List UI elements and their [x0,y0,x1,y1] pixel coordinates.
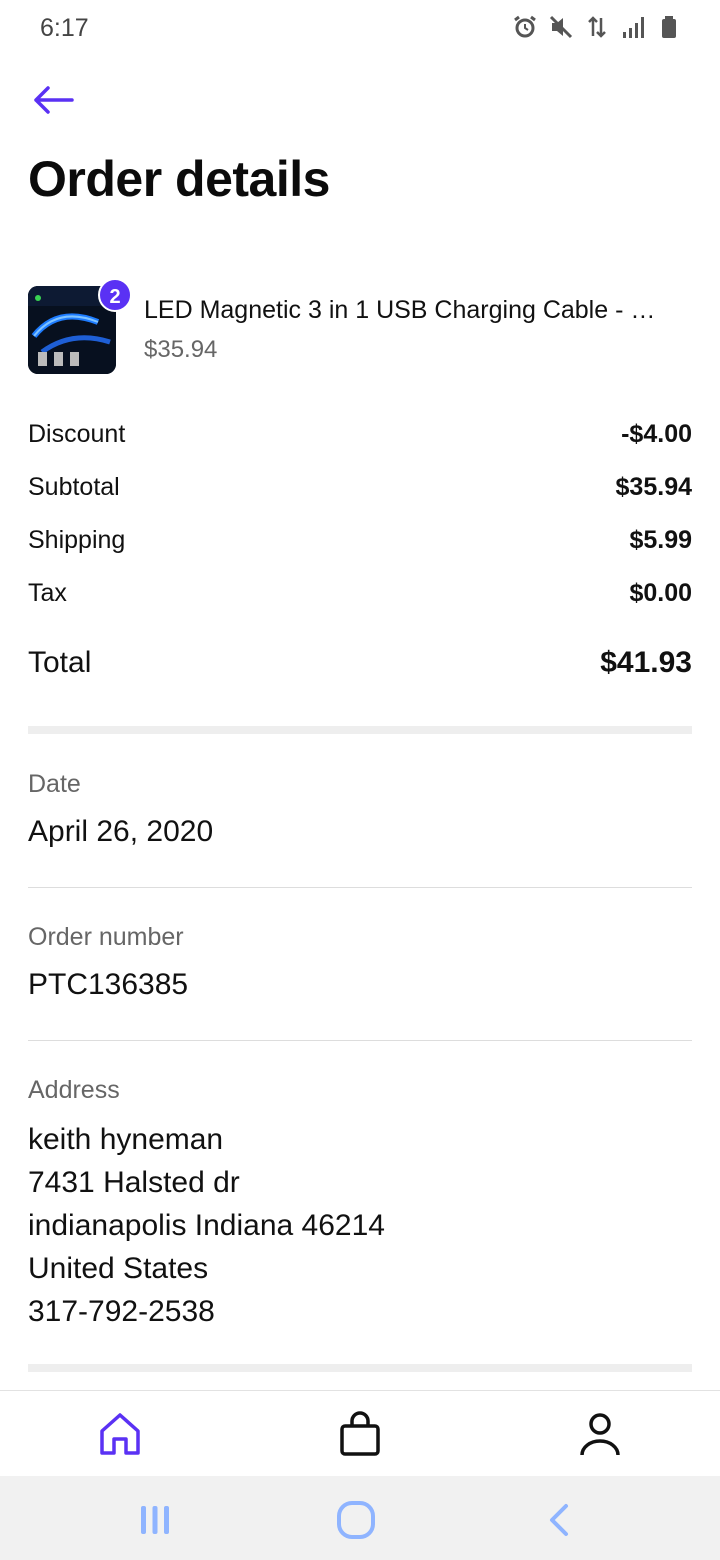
bottom-navigation [0,1390,720,1476]
nav-home[interactable] [95,1409,145,1459]
system-back-button[interactable] [538,1498,582,1542]
address-country: United States [28,1252,209,1285]
shipping-label: Shipping [28,526,126,554]
section-divider [28,1364,692,1372]
date-value: April 26, 2020 [28,815,214,848]
shipping-row: Shipping $5.99 [28,526,692,560]
shipping-value: $5.99 [629,526,692,554]
discount-label: Discount [28,420,126,448]
subtotal-value: $35.94 [615,473,692,501]
divider [28,887,692,888]
signal-icon [620,14,646,40]
system-navigation-bar [0,1476,720,1560]
subtotal-label: Subtotal [28,473,120,501]
back-button[interactable] [28,80,84,124]
divider [28,1040,692,1041]
total-label: Total [28,646,92,679]
recent-apps-button[interactable] [133,1498,177,1542]
tax-value: $0.00 [629,579,692,607]
discount-value: -$4.00 [621,420,692,448]
address-city: indianapolis Indiana 46214 [28,1209,385,1242]
nav-profile[interactable] [575,1409,625,1459]
total-value: $41.93 [600,646,692,679]
system-back-icon [550,1504,568,1536]
quantity-badge: 2 [98,278,132,312]
address-block: keith hyneman 7431 Halsted dr indianapol… [28,1118,385,1333]
address-label: Address [28,1076,120,1104]
profile-icon [580,1413,620,1456]
order-number-value: PTC136385 [28,968,189,1001]
battery-icon [656,14,682,40]
data-arrows-icon [584,14,610,40]
status-bar: 6:17 [0,0,720,56]
section-divider [28,726,692,734]
recent-apps-icon [141,1506,169,1534]
status-time: 6:17 [40,14,89,42]
shopping-bag-icon [340,1411,380,1456]
nav-shop[interactable] [335,1409,385,1459]
order-number-label: Order number [28,923,184,951]
home-icon [100,1413,140,1455]
address-name: keith hyneman [28,1123,224,1156]
status-icons [512,14,682,40]
total-row: Total $41.93 [28,646,692,686]
product-name: LED Magnetic 3 in 1 USB Charging Cable -… [144,296,656,324]
system-home-button[interactable] [334,1498,378,1542]
subtotal-row: Subtotal $35.94 [28,473,692,507]
date-label: Date [28,770,81,798]
tax-row: Tax $0.00 [28,579,692,613]
address-street: 7431 Halsted dr [28,1166,240,1199]
product-item[interactable]: 2 LED Magnetic 3 in 1 USB Charging Cable… [28,278,692,378]
address-phone: 317-792-2538 [28,1295,215,1328]
tax-label: Tax [28,579,67,607]
mute-icon [548,14,574,40]
product-price: $35.94 [144,336,218,363]
home-circle-icon [337,1501,375,1539]
page-title: Order details [28,151,330,207]
discount-row: Discount -$4.00 [28,420,692,454]
arrow-left-icon [34,86,74,114]
alarm-icon [512,14,538,40]
